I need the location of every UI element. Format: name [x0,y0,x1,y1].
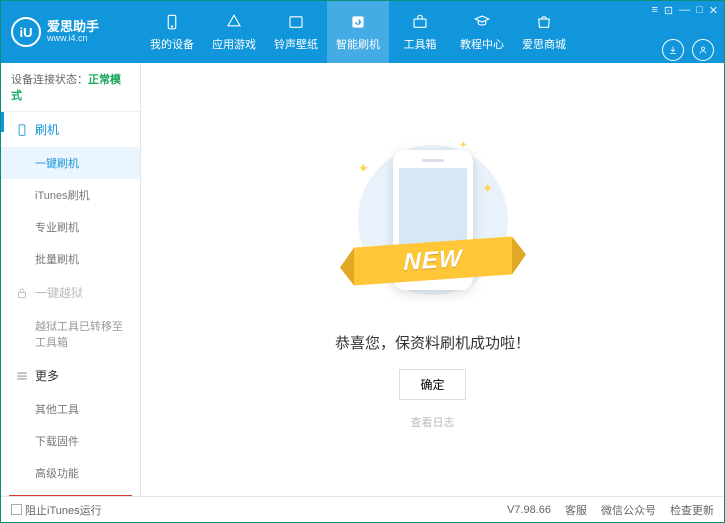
lock-icon[interactable]: ⊡ [664,4,673,17]
nav-label: 应用游戏 [212,36,256,52]
nav-flash[interactable]: 智能刷机 [327,1,389,63]
user-button[interactable] [692,39,714,61]
nav-label: 爱思商城 [522,36,566,52]
menu-icon[interactable]: ≡ [651,4,657,17]
sidebar-item-oneclick-flash[interactable]: 一键刷机 [1,147,140,179]
tutorial-icon [472,12,492,32]
section-label: 一键越狱 [35,284,83,301]
success-message: 恭喜您，保资料刷机成功啦！ [335,332,530,353]
wallpaper-icon [286,12,306,32]
logo: iU 爱思助手 www.i4.cn [1,17,141,47]
nav-label: 智能刷机 [336,36,380,52]
checkbox-label: 阻止iTunes运行 [25,502,102,518]
support-link[interactable]: 客服 [565,502,587,518]
download-button[interactable] [662,39,684,61]
version-label: V7.98.66 [507,504,551,516]
toolbox-icon [410,12,430,32]
sidebar-section-jailbreak[interactable]: 一键越狱 [1,275,140,310]
device-icon [162,12,182,32]
main-panel: ✦✦✦ NEW 恭喜您，保资料刷机成功啦！ 确定 查看日志 [141,63,724,496]
store-icon [534,12,554,32]
phone-icon [15,123,29,137]
sidebar-item-itunes-flash[interactable]: iTunes刷机 [1,179,140,211]
flash-icon [348,12,368,32]
check-update-link[interactable]: 检查更新 [670,502,714,518]
section-label: 刷机 [35,121,59,138]
nav-apps[interactable]: 应用游戏 [203,1,265,63]
lock-icon [15,286,29,300]
nav-my-device[interactable]: 我的设备 [141,1,203,63]
ok-button[interactable]: 确定 [399,369,465,400]
logo-icon: iU [11,17,41,47]
sidebar-item-other-tools[interactable]: 其他工具 [1,393,140,425]
nav-store[interactable]: 爱思商城 [513,1,575,63]
apps-icon [224,12,244,32]
app-title: 爱思助手 [47,20,99,34]
ribbon-text: NEW [403,244,462,276]
sidebar-section-more[interactable]: 更多 [1,358,140,393]
app-url: www.i4.cn [47,34,99,44]
sidebar-item-batch-flash[interactable]: 批量刷机 [1,243,140,275]
sidebar-item-download-firmware[interactable]: 下载固件 [1,425,140,457]
nav-toolbox[interactable]: 工具箱 [389,1,451,63]
top-nav: 我的设备 应用游戏 铃声壁纸 智能刷机 工具箱 教程中心 [141,1,651,63]
close-button[interactable]: ✕ [709,4,718,17]
success-illustration: ✦✦✦ NEW [348,130,518,310]
nav-label: 铃声壁纸 [274,36,318,52]
nav-tutorials[interactable]: 教程中心 [451,1,513,63]
nav-label: 工具箱 [404,36,437,52]
status-bar: ✔阻止iTunes运行 V7.98.66 客服 微信公众号 检查更新 [1,496,724,522]
window-controls: ≡ ⊡ — □ ✕ [651,4,718,17]
status-label: 设备连接状态： [11,74,88,86]
device-status: 设备连接状态：正常模式 [1,63,140,112]
nav-ringtones[interactable]: 铃声壁纸 [265,1,327,63]
wechat-link[interactable]: 微信公众号 [601,502,656,518]
nav-label: 我的设备 [150,36,194,52]
jailbreak-note: 越狱工具已转移至工具箱 [1,310,140,358]
section-label: 更多 [35,367,59,384]
sidebar-item-advanced[interactable]: 高级功能 [1,457,140,489]
maximize-button[interactable]: □ [696,4,703,17]
sidebar-item-pro-flash[interactable]: 专业刷机 [1,211,140,243]
minimize-button[interactable]: — [679,4,690,17]
sidebar: 设备连接状态：正常模式 刷机 一键刷机 iTunes刷机 专业刷机 批量刷机 一… [1,63,141,496]
sidebar-section-flash[interactable]: 刷机 [1,112,140,147]
view-log-link[interactable]: 查看日志 [411,414,455,430]
title-bar: iU 爱思助手 www.i4.cn 我的设备 应用游戏 铃声壁纸 智能刷机 [1,1,724,63]
checkbox-block-itunes[interactable]: ✔阻止iTunes运行 [11,502,102,518]
more-icon [15,369,29,383]
nav-label: 教程中心 [460,36,504,52]
